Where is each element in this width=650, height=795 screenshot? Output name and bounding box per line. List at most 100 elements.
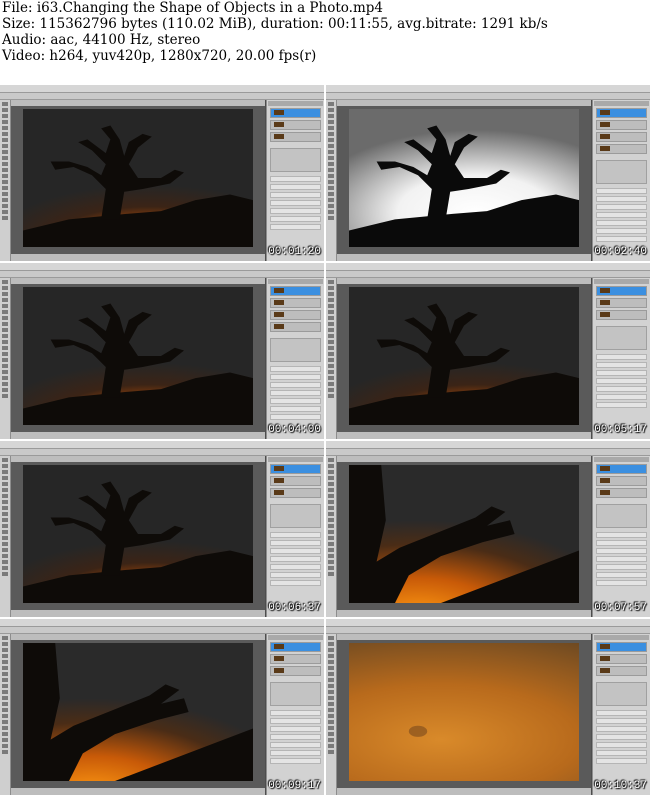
layer-row [596, 120, 647, 130]
video-thumbnail[interactable]: 00:09:17 [0, 619, 324, 795]
presets-list [596, 188, 647, 242]
layer-row [596, 144, 647, 154]
panel-tab [594, 279, 649, 284]
timestamp-label: 00:06:37 [268, 602, 321, 614]
video-thumbnail[interactable]: 00:04:00 [0, 263, 324, 439]
layer-list [596, 464, 647, 498]
adjustments-panel [270, 148, 321, 172]
document-tab [337, 100, 591, 106]
file-info-header: File: i63.Changing the Shape of Objects … [2, 0, 648, 64]
timestamp-label: 00:10:37 [594, 780, 647, 792]
app-menu-bar [0, 85, 324, 100]
layers-panel [266, 100, 324, 261]
document-tab [11, 634, 265, 640]
layer-row [270, 476, 321, 486]
presets-list [270, 366, 321, 420]
layer-row [596, 476, 647, 486]
video-thumbnail[interactable]: 00:07:57 [326, 441, 650, 617]
layer-row [270, 642, 321, 652]
video-thumbnail[interactable]: 00:02:40 [326, 85, 650, 261]
adjustments-panel [270, 682, 321, 706]
layer-row [270, 488, 321, 498]
adjustments-panel [270, 504, 321, 528]
status-bar [11, 610, 265, 617]
layer-list [270, 108, 321, 142]
photo-canvas [23, 643, 253, 781]
tree-silhouette [349, 303, 579, 425]
video-thumbnail[interactable]: 00:10:37 [326, 619, 650, 795]
presets-list [270, 532, 321, 586]
document-window [11, 634, 265, 795]
layers-panel [592, 456, 650, 617]
presets-list [596, 354, 647, 408]
panel-tab [268, 279, 323, 284]
photo-canvas [349, 643, 579, 781]
panel-tab [594, 457, 649, 462]
tree-silhouette [349, 465, 579, 603]
options-bar [326, 449, 650, 463]
status-bar [337, 788, 591, 795]
layer-row [596, 108, 647, 118]
layer-row [596, 298, 647, 308]
options-bar [0, 93, 324, 107]
layer-row [270, 654, 321, 664]
adjustments-panel [270, 338, 321, 362]
adjustments-panel [596, 326, 647, 350]
tree-silhouette [349, 125, 579, 247]
panel-tab [268, 101, 323, 106]
document-window [11, 278, 265, 439]
tools-panel [0, 278, 11, 439]
document-window [337, 278, 591, 439]
layer-row [270, 132, 321, 142]
layers-panel [266, 634, 324, 795]
tools-panel [0, 456, 11, 617]
app-menu-bar [0, 619, 324, 634]
panel-tab [594, 635, 649, 640]
photo-canvas [23, 109, 253, 247]
layer-list [596, 642, 647, 676]
photo-canvas [23, 465, 253, 603]
adjustments-panel [596, 682, 647, 706]
video-thumbnail[interactable]: 00:01:20 [0, 85, 324, 261]
file-size-line: Size: 115362796 bytes (110.02 MiB), dura… [2, 16, 548, 32]
status-bar [337, 254, 591, 261]
app-menu-bar [326, 263, 650, 278]
options-bar [0, 449, 324, 463]
layer-row [596, 310, 647, 320]
tools-panel [0, 100, 11, 261]
video-thumbnail[interactable]: 00:06:37 [0, 441, 324, 617]
status-bar [11, 788, 265, 795]
layer-row [270, 108, 321, 118]
layer-row [270, 666, 321, 676]
presets-list [270, 710, 321, 764]
layer-row [596, 286, 647, 296]
document-window [337, 100, 591, 261]
tree-silhouette [23, 643, 253, 781]
options-bar [326, 271, 650, 285]
layer-row [270, 286, 321, 296]
document-tab [11, 456, 265, 462]
layers-panel [592, 634, 650, 795]
adjustments-panel [596, 160, 647, 184]
layer-row [270, 120, 321, 130]
document-window [337, 634, 591, 795]
tree-silhouette [23, 481, 253, 603]
hazy-foreground [408, 725, 428, 737]
timestamp-label: 00:09:17 [268, 780, 321, 792]
adjustments-panel [596, 504, 647, 528]
layer-row [596, 464, 647, 474]
photo-canvas [349, 109, 579, 247]
document-window [11, 456, 265, 617]
panel-tab [594, 101, 649, 106]
document-tab [337, 634, 591, 640]
layer-list [270, 642, 321, 676]
panel-tab [268, 457, 323, 462]
app-menu-bar [326, 619, 650, 634]
layer-list [596, 286, 647, 320]
status-bar [11, 432, 265, 439]
layer-row [596, 642, 647, 652]
app-menu-bar [0, 441, 324, 456]
presets-list [270, 176, 321, 230]
layer-row [596, 666, 647, 676]
video-thumbnail[interactable]: 00:05:17 [326, 263, 650, 439]
